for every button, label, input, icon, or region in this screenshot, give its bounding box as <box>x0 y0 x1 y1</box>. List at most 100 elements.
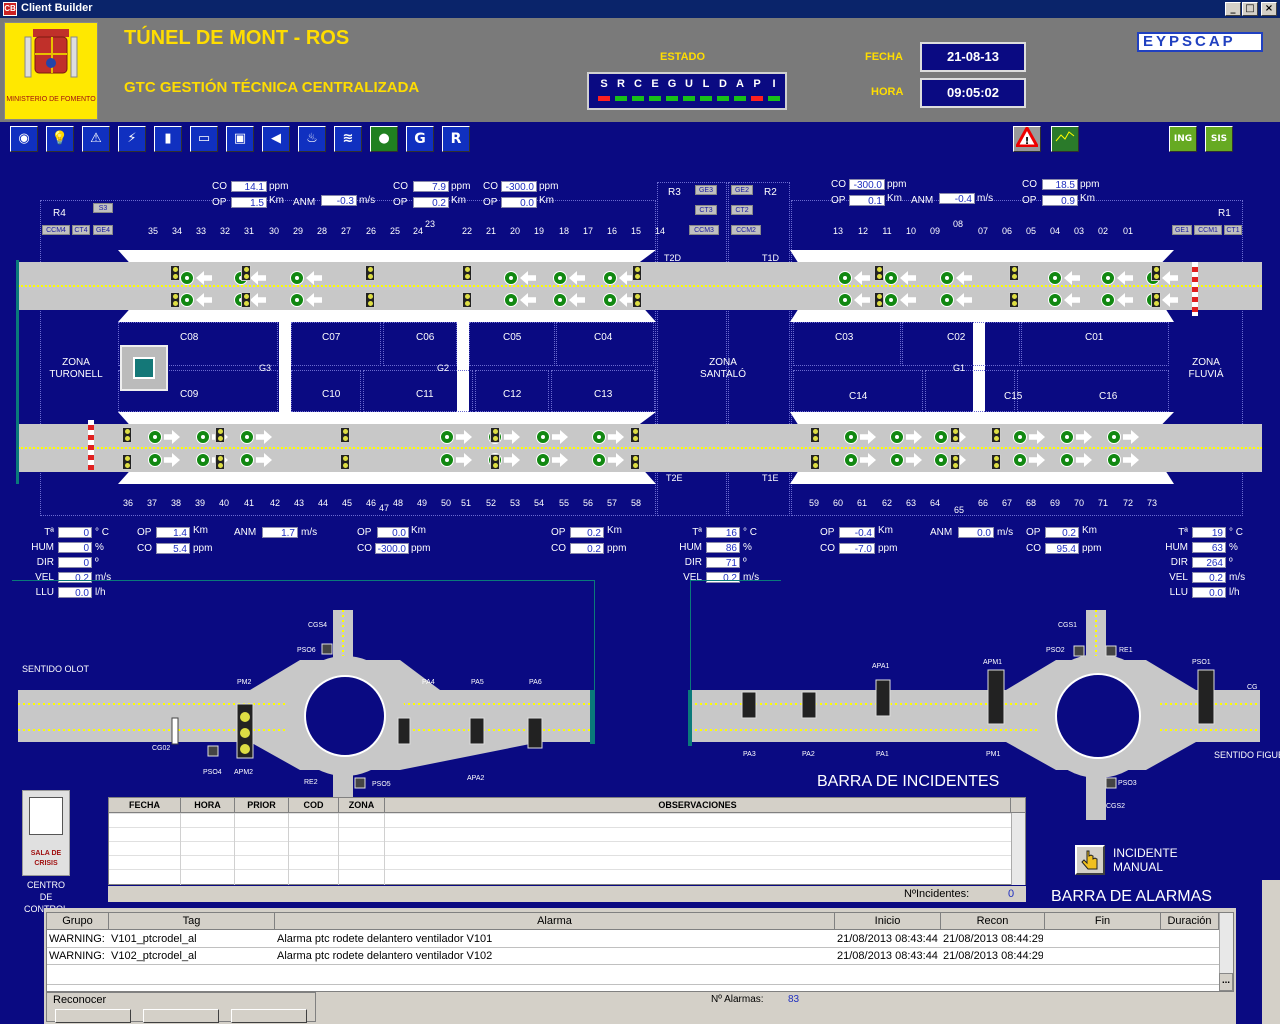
jet-fan-icon[interactable] <box>603 293 617 307</box>
jet-fan-icon[interactable] <box>180 271 194 285</box>
jet-fan-icon[interactable] <box>240 430 254 444</box>
lane-signal-icon[interactable] <box>991 454 1001 470</box>
jet-fan-icon[interactable] <box>290 293 304 307</box>
lane-signal-icon[interactable] <box>340 454 350 470</box>
jet-fan-icon[interactable] <box>940 293 954 307</box>
jet-fan-icon[interactable] <box>1013 453 1027 467</box>
jet-fan-icon[interactable] <box>148 430 162 444</box>
toolbar-fire-button[interactable]: ♨ <box>298 126 326 152</box>
chip-ct1[interactable]: CT1 <box>1224 225 1242 235</box>
lane-signal-icon[interactable] <box>874 265 884 281</box>
lane-signal-icon[interactable] <box>810 427 820 443</box>
toolbar-cctv-button[interactable]: ▣ <box>226 126 254 152</box>
lane-signal-icon[interactable] <box>632 265 642 281</box>
lane-signal-icon[interactable] <box>122 427 132 443</box>
jet-fan-icon[interactable] <box>934 453 948 467</box>
lane-signal-icon[interactable] <box>950 427 960 443</box>
reconocer-button-2[interactable] <box>143 1009 219 1023</box>
lane-signal-icon[interactable] <box>630 454 640 470</box>
toolbar-pmv-button[interactable]: ▭ <box>190 126 218 152</box>
alarms-more-button[interactable]: … <box>1219 973 1233 991</box>
jet-fan-icon[interactable] <box>290 271 304 285</box>
jet-fan-icon[interactable] <box>592 453 606 467</box>
jet-fan-icon[interactable] <box>180 293 194 307</box>
lane-signal-icon[interactable] <box>991 427 1001 443</box>
chip-ccm2[interactable]: CCM2 <box>731 225 761 235</box>
chip-ccm1[interactable]: CCM1 <box>1194 225 1222 235</box>
jet-fan-icon[interactable] <box>196 453 210 467</box>
jet-fan-icon[interactable] <box>884 271 898 285</box>
lane-signal-icon[interactable] <box>215 427 225 443</box>
maximize-button[interactable]: □ <box>1242 2 1258 16</box>
trend-chart-button[interactable] <box>1051 126 1079 152</box>
jet-fan-icon[interactable] <box>934 430 948 444</box>
jet-fan-icon[interactable] <box>890 430 904 444</box>
toolbar-lightbulb-button[interactable]: 💡 <box>46 126 74 152</box>
jet-fan-icon[interactable] <box>536 430 550 444</box>
alarm-row[interactable]: WARNING: V102_ptcrodel_al Alarma ptc rodet… <box>47 948 1219 965</box>
jet-fan-icon[interactable] <box>1107 453 1121 467</box>
lane-signal-icon[interactable] <box>1151 292 1161 308</box>
toolbar-megaphone-button[interactable]: ◀ <box>262 126 290 152</box>
lane-signal-icon[interactable] <box>365 292 375 308</box>
jet-fan-icon[interactable] <box>1101 271 1115 285</box>
chip-s3[interactable]: S3 <box>93 203 113 213</box>
jet-fan-icon[interactable] <box>844 430 858 444</box>
sis-button[interactable]: SIS <box>1205 126 1233 152</box>
incidente-manual-button[interactable] <box>1075 845 1105 875</box>
jet-fan-icon[interactable] <box>1107 430 1121 444</box>
toolbar-r-button[interactable]: R <box>442 126 470 152</box>
jet-fan-icon[interactable] <box>148 453 162 467</box>
jet-fan-icon[interactable] <box>838 271 852 285</box>
toolbar-globe-button[interactable]: ◉ <box>10 126 38 152</box>
lane-signal-icon[interactable] <box>462 265 472 281</box>
incidents-scrollbar[interactable] <box>1011 813 1025 885</box>
jet-fan-icon[interactable] <box>504 271 518 285</box>
reconocer-button-1[interactable] <box>55 1009 131 1023</box>
jet-fan-icon[interactable] <box>838 293 852 307</box>
lane-signal-icon[interactable] <box>241 265 251 281</box>
chip-ct4[interactable]: CT4 <box>72 225 90 235</box>
lane-signal-icon[interactable] <box>1151 265 1161 281</box>
lane-signal-icon[interactable] <box>810 454 820 470</box>
jet-fan-icon[interactable] <box>1101 293 1115 307</box>
jet-fan-icon[interactable] <box>553 293 567 307</box>
lane-signal-icon[interactable] <box>241 292 251 308</box>
lane-signal-icon[interactable] <box>122 454 132 470</box>
jet-fan-icon[interactable] <box>940 271 954 285</box>
minimize-button[interactable]: _ <box>1225 2 1241 16</box>
jet-fan-icon[interactable] <box>1013 430 1027 444</box>
jet-fan-icon[interactable] <box>890 453 904 467</box>
lane-signal-icon[interactable] <box>950 454 960 470</box>
ing-button[interactable]: ING <box>1169 126 1197 152</box>
jet-fan-icon[interactable] <box>844 453 858 467</box>
warning-triangle-button[interactable]: ! <box>1013 124 1041 152</box>
jet-fan-icon[interactable] <box>1060 430 1074 444</box>
chip-ccm3[interactable]: CCM3 <box>689 225 719 235</box>
toolbar-alarm-light-button[interactable]: ⚠ <box>82 126 110 152</box>
jet-fan-icon[interactable] <box>1048 293 1062 307</box>
lane-signal-icon[interactable] <box>215 454 225 470</box>
chip-ct3[interactable]: CT3 <box>695 205 717 215</box>
jet-fan-icon[interactable] <box>592 430 606 444</box>
lane-signal-icon[interactable] <box>365 265 375 281</box>
jet-fan-icon[interactable] <box>440 430 454 444</box>
alarms-scrollbar[interactable] <box>1219 913 1233 973</box>
jet-fan-icon[interactable] <box>553 271 567 285</box>
toolbar-electric-button[interactable]: ⚡ <box>118 126 146 152</box>
chip-ge3[interactable]: GE3 <box>695 185 717 195</box>
jet-fan-icon[interactable] <box>603 271 617 285</box>
jet-fan-icon[interactable] <box>1060 453 1074 467</box>
chip-ge1[interactable]: GE1 <box>1172 225 1192 235</box>
jet-fan-icon[interactable] <box>196 430 210 444</box>
jet-fan-icon[interactable] <box>440 453 454 467</box>
lane-signal-icon[interactable] <box>1009 265 1019 281</box>
lane-signal-icon[interactable] <box>490 454 500 470</box>
jet-fan-icon[interactable] <box>240 453 254 467</box>
alarm-row[interactable]: WARNING: V101_ptcrodel_al Alarma ptc rodet… <box>47 931 1219 948</box>
lane-signal-icon[interactable] <box>874 292 884 308</box>
jet-fan-icon[interactable] <box>504 293 518 307</box>
chip-ge2[interactable]: GE2 <box>731 185 753 195</box>
lane-signal-icon[interactable] <box>170 292 180 308</box>
sala-crisis-button[interactable]: SALA DE CRISIS <box>22 790 70 876</box>
